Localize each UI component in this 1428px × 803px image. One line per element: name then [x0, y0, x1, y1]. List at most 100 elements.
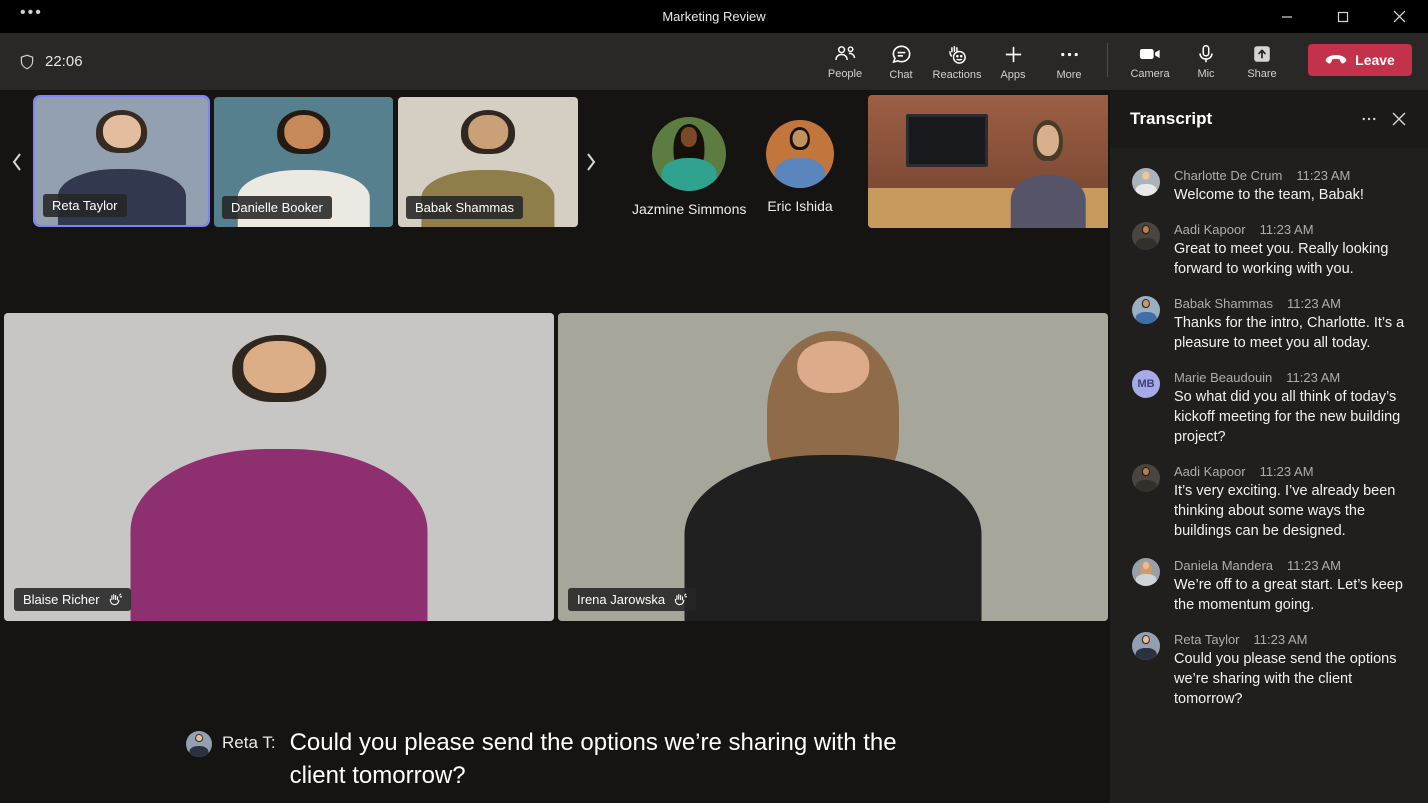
audio-participant-jazmine-simmons[interactable]: Jazmine Simmons — [632, 117, 746, 217]
toolbar-divider — [1107, 42, 1108, 77]
participant-name: Jazmine Simmons — [632, 201, 747, 217]
stage-tile-blaise-richer[interactable]: Blaise Richer — [4, 313, 554, 621]
video-tile-reta-taylor[interactable]: Reta Taylor — [33, 95, 210, 227]
stage-tile-irena-jarowska[interactable]: Irena Jarowska — [558, 313, 1108, 621]
window-title: Marketing Review — [662, 9, 766, 24]
chevron-right-icon — [587, 153, 596, 171]
titlebar-more-icon[interactable]: ••• — [20, 4, 43, 22]
speaker-name: Reta Taylor — [1174, 632, 1240, 647]
transcript-text: Thanks for the intro, Charlotte. It’s a … — [1174, 315, 1405, 351]
meeting-toolbar: 22:06 People Chat Reactions Apps More Ca… — [0, 33, 1428, 90]
transcript-list[interactable]: Charlotte De Crum 11:23 AM Welcome to the… — [1110, 148, 1428, 803]
minimize-button[interactable] — [1276, 6, 1298, 28]
timestamp: 11:23 AM — [1253, 632, 1308, 647]
speaker-name: Charlotte De Crum — [1174, 168, 1283, 183]
caption-speaker-avatar — [186, 731, 212, 757]
hang-up-icon — [1325, 54, 1347, 64]
strip-next-button[interactable] — [578, 140, 604, 184]
nameplate: Reta Taylor — [43, 194, 127, 217]
more-icon — [1060, 52, 1078, 56]
close-window-button[interactable] — [1388, 6, 1410, 28]
mic-button[interactable]: Mic — [1178, 36, 1234, 88]
chat-icon — [891, 45, 910, 63]
transcript-entry: Charlotte De Crum 11:23 AM Welcome to the… — [1132, 168, 1414, 205]
avatar — [766, 120, 834, 188]
share-icon — [1254, 46, 1270, 62]
people-icon — [835, 46, 856, 61]
more-button[interactable]: More — [1041, 36, 1097, 88]
raised-hand-icon — [109, 593, 122, 606]
nameplate: Irena Jarowska — [568, 588, 697, 611]
avatar — [1132, 464, 1160, 492]
transcript-close-button[interactable] — [1384, 104, 1414, 134]
mic-icon — [1199, 44, 1213, 63]
people-button[interactable]: People — [817, 36, 873, 88]
nameplate: Danielle Booker — [222, 196, 332, 219]
speaker-name: Daniela Mandera — [1174, 558, 1274, 573]
titlebar: ••• Marketing Review — [0, 0, 1428, 33]
speaker-name: Aadi Kapoor — [1174, 222, 1246, 237]
nameplate: Babak Shammas — [406, 196, 523, 219]
participant-name: Eric Ishida — [767, 198, 833, 214]
maximize-button[interactable] — [1332, 6, 1354, 28]
caption-speaker-name: Reta T: — [222, 733, 276, 752]
transcript-entry: MB Marie Beaudouin 11:23 AM So what did y… — [1132, 370, 1414, 447]
transcript-text: Could you please send the options we’re … — [1174, 651, 1397, 707]
avatar — [1132, 168, 1160, 196]
avatar — [1132, 222, 1160, 250]
tv-screen — [906, 113, 988, 167]
timestamp: 11:23 AM — [1287, 296, 1341, 311]
speaker-name: Marie Beaudouin — [1174, 370, 1273, 385]
avatar — [1132, 632, 1160, 660]
timer-value: 22:06 — [45, 53, 83, 70]
transcript-entry: Babak Shammas 11:23 AM Thanks for the int… — [1132, 296, 1414, 353]
audio-participant-eric-ishida[interactable]: Eric Ishida — [766, 120, 834, 214]
avatar-initials: MB — [1132, 370, 1160, 398]
close-icon — [1392, 112, 1406, 126]
room-participant — [998, 108, 1099, 228]
share-button[interactable]: Share — [1234, 36, 1290, 88]
timestamp: 11:23 AM — [1259, 222, 1314, 237]
video-tile-meeting-room[interactable] — [868, 95, 1108, 228]
chevron-left-icon — [12, 153, 21, 171]
transcript-header: Transcript — [1110, 90, 1428, 148]
avatar — [1132, 558, 1160, 586]
timestamp: 11:23 AM — [1296, 168, 1351, 183]
live-caption: Reta T: Could you please send the option… — [186, 726, 946, 792]
transcript-text: We’re off to a great start. Let’s keep t… — [1174, 577, 1403, 613]
teams-meeting-window: ••• Marketing Review 22:06 People Chat R… — [0, 0, 1428, 803]
more-icon — [1362, 117, 1376, 121]
nameplate: Blaise Richer — [14, 588, 131, 611]
transcript-panel: Transcript Charlotte De Crum 11:23 AM Wel… — [1110, 90, 1428, 803]
timestamp: 11:23 AM — [1287, 558, 1341, 573]
leave-button[interactable]: Leave — [1308, 43, 1412, 76]
transcript-more-button[interactable] — [1354, 104, 1384, 134]
transcript-text: It’s very exciting. I’ve already been th… — [1174, 483, 1396, 539]
participant-video — [4, 313, 554, 621]
transcript-entry: Daniela Mandera 11:23 AM We’re off to a g… — [1132, 558, 1414, 615]
apps-button[interactable]: Apps — [985, 36, 1041, 88]
timestamp: 11:23 AM — [1259, 464, 1314, 479]
transcript-text: So what did you all think of today’s kic… — [1174, 389, 1401, 445]
meeting-timer: 22:06 — [18, 33, 83, 90]
video-tile-danielle-booker[interactable]: Danielle Booker — [214, 97, 393, 227]
transcript-text: Welcome to the team, Babak! — [1174, 187, 1364, 203]
speaker-name: Babak Shammas — [1174, 296, 1273, 311]
avatar — [1132, 296, 1160, 324]
speaker-name: Aadi Kapoor — [1174, 464, 1246, 479]
caption-text: Could you please send the options we’re … — [289, 729, 897, 789]
transcript-title: Transcript — [1130, 109, 1213, 128]
reactions-icon — [949, 45, 966, 64]
apps-plus-icon — [1005, 46, 1021, 62]
strip-previous-button[interactable] — [4, 140, 30, 184]
video-tile-babak-shammas[interactable]: Babak Shammas — [398, 97, 578, 227]
avatar — [652, 117, 727, 191]
room-video — [868, 95, 1108, 228]
transcript-entry: Reta Taylor 11:23 AM Could you please sen… — [1132, 632, 1414, 709]
chat-button[interactable]: Chat — [873, 36, 929, 88]
timestamp: 11:23 AM — [1286, 370, 1341, 385]
transcript-entry: Aadi Kapoor 11:23 AM Great to meet you. R… — [1132, 222, 1414, 279]
participant-video — [558, 313, 1108, 621]
reactions-button[interactable]: Reactions — [929, 36, 985, 88]
camera-button[interactable]: Camera — [1122, 36, 1178, 88]
